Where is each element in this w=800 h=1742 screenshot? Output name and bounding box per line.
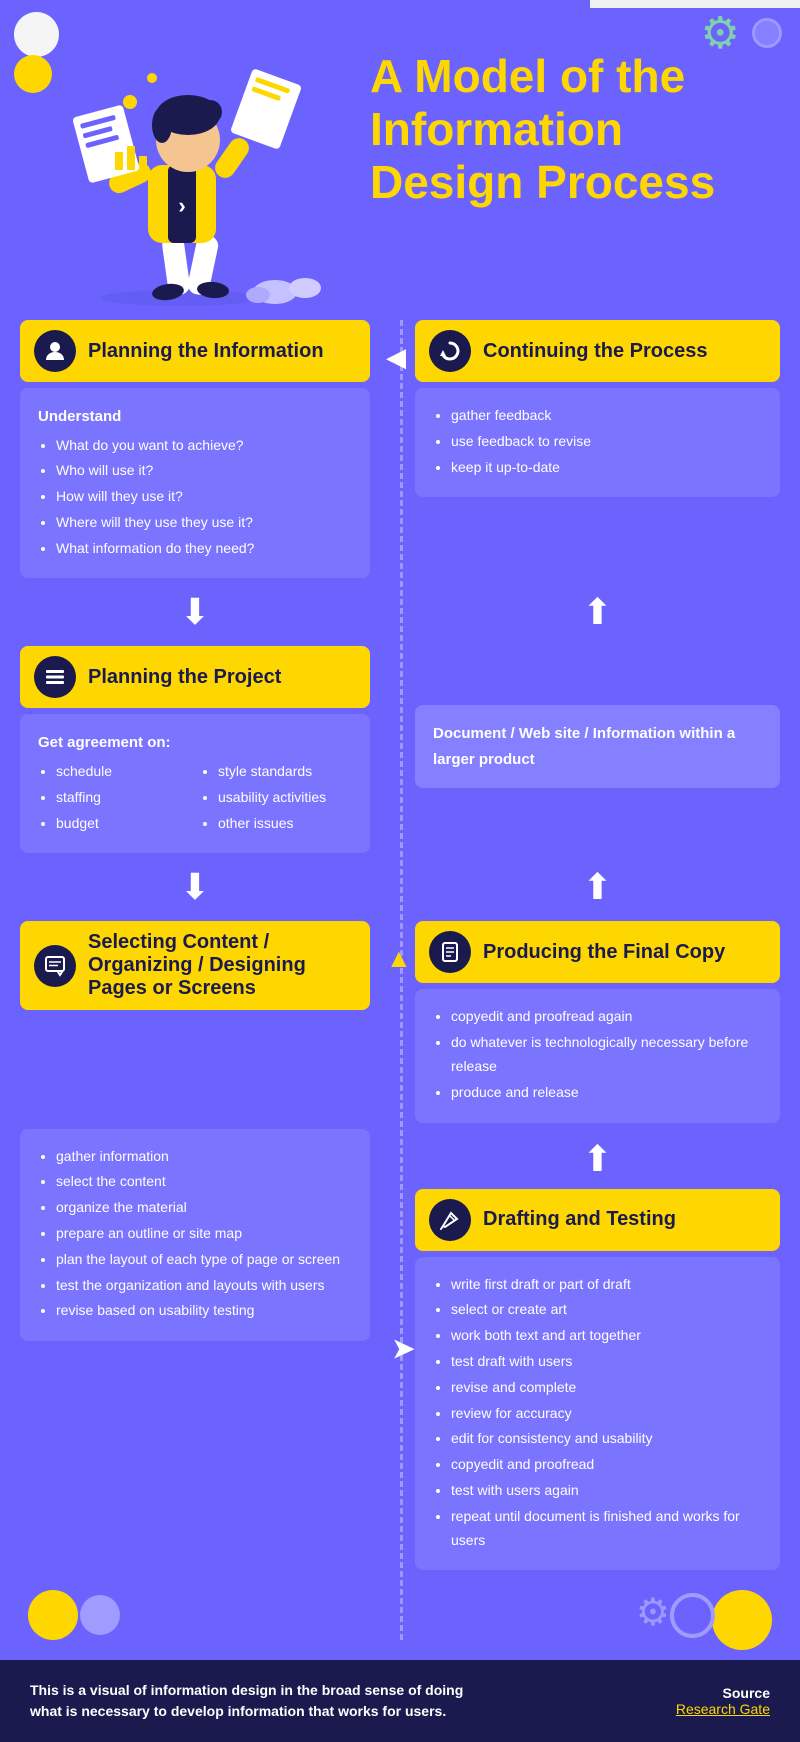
planning-info-content: Understand What do you want to achieve? … [20,388,370,578]
list-item: Who will use it? [56,459,352,483]
list-item: work both text and art together [451,1324,762,1348]
drafting-icon [429,1199,471,1241]
planning-project-icon [34,656,76,698]
illustration: › [20,20,360,310]
document-type-box: Document / Web site / Information within… [415,705,780,788]
list-item: write first draft or part of draft [451,1273,762,1297]
producing-title: Producing the Final Copy [483,941,725,964]
drafting-list: write first draft or part of draft selec… [433,1273,762,1553]
planning-info-bold: Understand [38,404,352,430]
list-item: organize the material [56,1196,352,1220]
list-item: gather feedback [451,404,762,428]
list-item: copyedit and proofread again [451,1005,762,1029]
list-item: What information do they need? [56,537,352,561]
gear-icon-bottom: ⚙ [636,1590,670,1635]
project-col2: style standards usability activities oth… [200,760,352,837]
selecting-title: Selecting Content / Organizing / Designi… [88,931,356,1000]
list-item: other issues [218,812,352,836]
list-item: select the content [56,1170,352,1194]
continuing-header: Continuing the Process [415,320,780,382]
continuing-content: gather feedback use feedback to revise k… [415,388,780,497]
list-item: plan the layout of each type of page or … [56,1248,352,1272]
list-item: edit for consistency and usability [451,1427,762,1451]
main-title-area: A Model of the Information Design Proces… [360,20,770,209]
arrow-left-continuing: ◀ [386,342,406,373]
continuing-icon [429,330,471,372]
arrow-up-2: ⬆ [400,869,780,905]
list-item: test the organization and layouts with u… [56,1274,352,1298]
list-item: do whatever is technologically necessary… [451,1031,762,1079]
list-item: schedule [56,760,190,784]
list-item: What do you want to achieve? [56,434,352,458]
title-line2: Information [370,103,623,155]
project-col1: schedule staffing budget [38,760,190,837]
title-line1: A Model of the [370,50,685,102]
list-item: staffing [56,786,190,810]
planning-info-title: Planning the Information [88,340,324,363]
drafting-content: write first draft or part of draft selec… [415,1257,780,1571]
list-item: keep it up-to-date [451,456,762,480]
arrow-up-3: ⬆ [415,1141,780,1177]
list-item: How will they use it? [56,485,352,509]
planning-project-header: Planning the Project [20,646,370,708]
footer-text: This is a visual of information design i… [30,1680,480,1722]
planning-project-content: Get agreement on: schedule staffing budg… [20,714,370,853]
planning-info-icon [34,330,76,372]
footer-source: Source Research Gate [676,1685,770,1717]
arrow-down-1: ⬇ [20,594,400,630]
list-item: select or create art [451,1298,762,1322]
list-item: repeat until document is finished and wo… [451,1505,762,1553]
planning-info-list: What do you want to achieve? Who will us… [38,434,352,561]
source-label: Source [676,1685,770,1701]
selecting-icon [34,945,76,987]
continuing-title: Continuing the Process [483,340,707,363]
list-item: test with users again [451,1479,762,1503]
list-item: gather information [56,1145,352,1169]
arrow-down-2: ⬇ [20,869,400,905]
planning-project-bold: Get agreement on: [38,730,352,756]
list-item: style standards [218,760,352,784]
list-item: produce and release [451,1081,762,1105]
selecting-content: gather information select the content or… [20,1129,370,1342]
selecting-list: gather information select the content or… [38,1145,352,1324]
continuing-list: gather feedback use feedback to revise k… [433,404,762,479]
list-item: test draft with users [451,1350,762,1374]
producing-list: copyedit and proofread again do whatever… [433,1005,762,1104]
source-link[interactable]: Research Gate [676,1701,770,1717]
document-type-text: Document / Web site / Information within… [433,725,735,768]
arrow-up-producing: ▲ [386,943,412,974]
producing-content: copyedit and proofread again do whatever… [415,989,780,1122]
producing-icon [429,931,471,973]
list-item: Where will they use they use it? [56,511,352,535]
list-item: revise based on usability testing [56,1299,352,1323]
list-item: copyedit and proofread [451,1453,762,1477]
producing-header: Producing the Final Copy [415,921,780,983]
planning-project-cols: schedule staffing budget style standards… [38,760,352,837]
selecting-header: Selecting Content / Organizing / Designi… [20,921,370,1010]
arrow-up-1: ⬆ [400,594,780,630]
list-item: use feedback to revise [451,430,762,454]
svg-text:›: › [178,193,185,218]
planning-project-title: Planning the Project [88,666,281,689]
list-item: prepare an outline or site map [56,1222,352,1246]
footer: This is a visual of information design i… [0,1660,800,1742]
list-item: usability activities [218,786,352,810]
drafting-title: Drafting and Testing [483,1208,676,1231]
drafting-header: Drafting and Testing [415,1189,780,1251]
list-item: budget [56,812,190,836]
planning-info-header: Planning the Information [20,320,370,382]
list-item: revise and complete [451,1376,762,1400]
title-line3: Design Process [370,156,715,208]
